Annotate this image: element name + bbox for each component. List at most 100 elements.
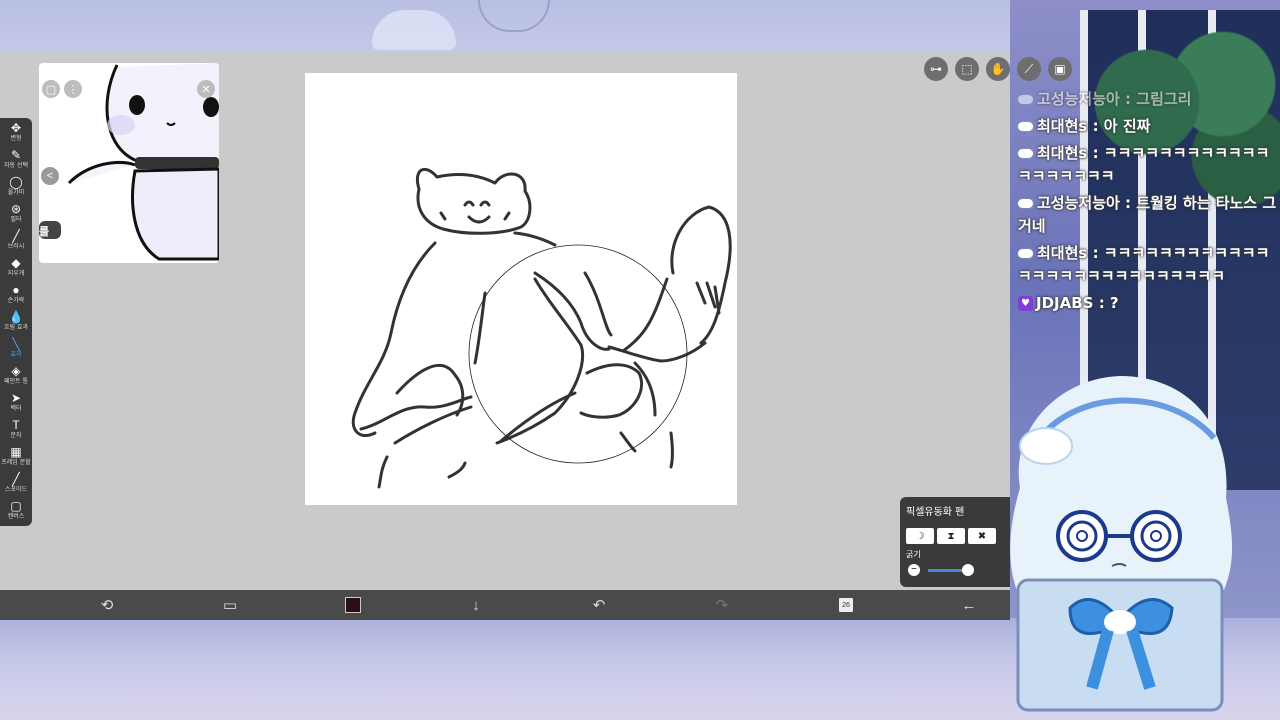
tool-eraser[interactable]: ◆ 지우개	[0, 256, 32, 283]
canvas-icon: ▢	[10, 499, 22, 513]
chat-separator: :	[1087, 117, 1104, 135]
brush-settings-panel: 픽셀유동화 펜 ☽ ⧗ ✖ 굵기 −	[900, 497, 1010, 587]
tool-text[interactable]: T 문자	[0, 418, 32, 445]
reference-more-icon[interactable]: ⋮	[64, 80, 82, 98]
tool-effect[interactable]: ╲ 효과	[0, 337, 32, 364]
chat-username: 고성능저능아	[1037, 90, 1120, 108]
stream-chat: 고성능저능아 : 그림그리최대현s : 아 진짜최대현s : ㅋㅋㅋㅋㅋㅋㅋㅋㅋ…	[1018, 88, 1278, 319]
bucket-icon: ◈	[11, 364, 21, 378]
brush-size-slider[interactable]: −	[906, 563, 1004, 577]
frame-icon: ▦	[10, 445, 22, 459]
text-icon: T	[12, 418, 20, 432]
drop-icon: 💧	[8, 310, 24, 324]
move-icon: ✥	[10, 121, 22, 135]
tool-label: 변형	[10, 135, 22, 142]
tool-label: 필터	[10, 216, 22, 223]
tool-label: 프레임 분할	[1, 459, 31, 466]
chat-text: 그림그리	[1136, 90, 1192, 108]
brush-name: 픽셀유동화 펜	[906, 507, 965, 518]
liquify-expand-mode[interactable]: ✖	[968, 528, 996, 544]
redo-icon[interactable]: ↷	[707, 590, 737, 620]
tool-label: 올가미	[7, 189, 25, 196]
cursor-icon: ➤	[10, 391, 22, 405]
tool-label: 브러시	[7, 243, 25, 250]
reference-pin-icon[interactable]: ▢	[42, 80, 60, 98]
layers-icon[interactable]: 26	[831, 590, 861, 620]
reference-prev-icon[interactable]: <	[41, 167, 59, 185]
tool-label: 흐림 효과	[4, 324, 28, 331]
chat-message: 최대현s : ㅋㅋㅋㅋㅋㅋㅋㅋㅋㅋㅋㅋㅋㅋㅋㅋㅋㅋㅋ	[1018, 142, 1278, 188]
chat-text: ?	[1109, 294, 1119, 312]
chat-message: 고성능저능아 : 트월킹 하는 타노스 그거네	[1018, 192, 1278, 238]
current-color-swatch[interactable]	[345, 597, 361, 613]
tool-label: 효과	[10, 351, 22, 358]
download-icon[interactable]: ↓	[461, 590, 491, 620]
brush-size-knob[interactable]	[962, 564, 974, 576]
chat-username: JDJABS	[1036, 294, 1094, 312]
chat-separator: :	[1093, 294, 1110, 312]
chat-message: ♥ JDJABS : ?	[1018, 292, 1278, 315]
layer-count: 26	[839, 598, 853, 612]
tool-frame[interactable]: ▦ 프레임 분할	[0, 445, 32, 472]
liquify-push-mode[interactable]: ☽	[906, 528, 934, 544]
eyedropper-icon: ╱	[12, 472, 20, 486]
tool-label: 페인트 통	[4, 378, 28, 385]
cloud-badge-icon	[1018, 95, 1033, 104]
tool-blur[interactable]: 💧 흐림 효과	[0, 310, 32, 337]
heart-badge-icon: ♥	[1018, 296, 1033, 311]
tool-label: 캔버스	[7, 513, 25, 520]
transform-quick-icon[interactable]: ⟲	[92, 590, 122, 620]
ruler-icon[interactable]: ⟋	[1017, 57, 1041, 81]
brush-icon: ╱	[12, 229, 20, 243]
tool-transform[interactable]: ✥ 변형	[0, 121, 32, 148]
canvas-top-toolbar: ⊶ ⬚ ✋ ⟋ ▣	[924, 57, 1072, 81]
cloud-badge-icon	[1018, 122, 1033, 131]
chat-message: 고성능저능아 : 그림그리	[1018, 88, 1278, 111]
brush-quick-icon[interactable]: ▭	[215, 590, 245, 620]
undo-icon[interactable]: ↶	[584, 590, 614, 620]
fx-icon: ⊛	[10, 202, 22, 216]
eraser-icon: ◆	[11, 256, 21, 270]
tool-vector[interactable]: ➤ 벡터	[0, 391, 32, 418]
reference-close-icon[interactable]: ✕	[197, 80, 215, 98]
tool-label: 문자	[10, 432, 22, 439]
magic-wand-icon: ✎	[10, 148, 22, 162]
cloud-badge-icon	[1018, 149, 1033, 158]
liquify-pinch-mode[interactable]: ⧗	[937, 528, 965, 544]
bottom-toolbar: ⟲ ▭ ↓ ↶ ↷ 26 ←	[0, 590, 1010, 620]
selection-icon[interactable]: ⬚	[955, 57, 979, 81]
back-icon[interactable]: ←	[954, 590, 984, 620]
vtuber-avatar	[1010, 376, 1233, 712]
hand-icon[interactable]: ✋	[986, 57, 1010, 81]
reference-image-icon[interactable]: ▣	[1048, 57, 1072, 81]
tool-fill[interactable]: ◈ 페인트 통	[0, 364, 32, 391]
tool-brush[interactable]: ╱ 브러시	[0, 229, 32, 256]
tool-label: 벡터	[10, 405, 22, 412]
tool-finger[interactable]: ● 손가락	[0, 283, 32, 310]
cloud-badge-icon	[1018, 199, 1033, 208]
chat-username: 최대현s	[1037, 244, 1088, 262]
tool-filter[interactable]: ⊛ 필터	[0, 202, 32, 229]
chat-message: 최대현s : 아 진짜	[1018, 115, 1278, 138]
reference-image-panel[interactable]: ▢ ⋮ ✕ < 를	[39, 63, 219, 263]
chat-separator: :	[1087, 244, 1104, 262]
tool-canvas[interactable]: ▢ 캔버스	[0, 499, 32, 526]
reference-side-label: 를	[39, 225, 50, 238]
tool-lasso[interactable]: ◯ 올가미	[0, 175, 32, 202]
lasso-icon: ◯	[9, 175, 23, 189]
tool-label: 지우개	[7, 270, 25, 277]
color-swatch[interactable]	[338, 590, 368, 620]
chat-username: 고성능저능아	[1037, 194, 1120, 212]
decrease-size-icon[interactable]: −	[908, 564, 920, 576]
chat-separator: :	[1087, 144, 1104, 162]
chat-separator: :	[1119, 194, 1137, 212]
sparkle-pen-icon: ╲	[12, 337, 20, 351]
cloud-badge-icon	[1018, 249, 1033, 258]
tool-eyedropper[interactable]: ╱ 스포이드	[0, 472, 32, 499]
chat-username: 최대현s	[1037, 117, 1088, 135]
tool-label: 스포이드	[4, 486, 28, 493]
chat-text: 아 진짜	[1103, 117, 1151, 135]
drawing-canvas[interactable]	[305, 73, 737, 505]
tool-magic-wand[interactable]: ✎ 자동 선택	[0, 148, 32, 175]
toggle-icon[interactable]: ⊶	[924, 57, 948, 81]
